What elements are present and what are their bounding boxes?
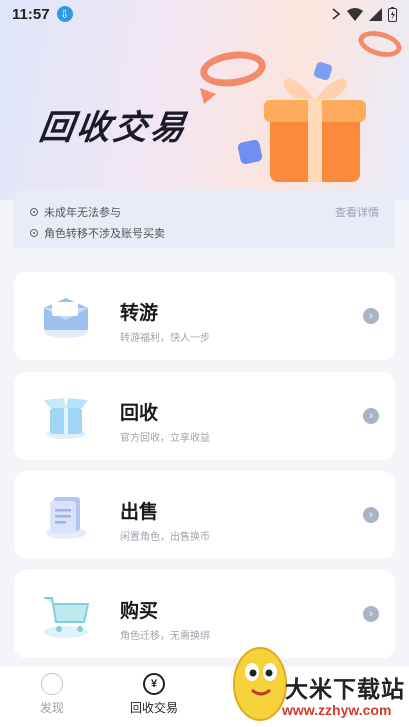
card-subtitle: 官方回收，立享收益 — [120, 433, 210, 444]
document-icon — [46, 497, 86, 539]
download-icon: ⇩ — [56, 6, 73, 22]
bullet-icon — [30, 208, 38, 216]
notice-text: 未成年无法参与 — [44, 207, 121, 219]
chevron-right-icon[interactable]: › — [363, 507, 379, 523]
envelope-icon — [44, 298, 88, 338]
status-time: 11:57 — [12, 5, 50, 23]
box-icon — [44, 398, 88, 439]
notice-text: 角色转移不涉及账号买卖 — [44, 228, 165, 240]
notice-box: 未成年无法参与 角色转移不涉及账号买卖 查看详情 — [14, 190, 395, 248]
card-title: 转游 — [120, 303, 159, 324]
card-subtitle: 闲置角色，出售换币 — [120, 532, 210, 543]
watermark-text: 大米下载站 — [285, 676, 405, 702]
card-title: 购买 — [120, 601, 159, 622]
tab-recycle-trade[interactable]: ¥ 回收交易 — [114, 673, 194, 716]
tab-discover[interactable]: 发现 — [12, 673, 92, 716]
page-title: 回收交易 — [36, 109, 191, 147]
watermark-url: www.zzhyw.com — [282, 702, 392, 718]
cart-icon — [44, 597, 90, 638]
yen-icon: ¥ — [143, 673, 165, 695]
signal-icon — [369, 7, 382, 21]
card-transfer[interactable]: 转游 转游福利，快人一步 › — [14, 272, 395, 360]
bullet-icon — [30, 229, 38, 237]
tab-label: 发现 — [39, 701, 64, 715]
options-panel: 转游 转游福利，快人一步 › 回收 官方回收，立享收益 › 出售 闲置角色，出售… — [0, 252, 409, 672]
card-subtitle: 转游福利，快人一步 — [120, 333, 210, 344]
card-recycle[interactable]: 回收 官方回收，立享收益 › — [14, 372, 395, 460]
card-title: 出售 — [120, 502, 159, 523]
cube-decoration-small — [313, 61, 333, 81]
chevron-right-icon[interactable]: › — [363, 606, 379, 622]
wifi-icon — [347, 7, 363, 21]
chevron-right-icon[interactable]: › — [363, 408, 379, 424]
card-subtitle: 角色迁移，无需换绑 — [120, 631, 210, 642]
discover-icon — [41, 673, 63, 695]
status-bar: 11:57 ⇩ — [0, 0, 409, 28]
card-title: 回收 — [120, 403, 159, 424]
notice-line-minor: 未成年无法参与 — [30, 204, 121, 220]
notice-line-transfer: 角色转移不涉及账号买卖 — [30, 225, 165, 241]
tab-label: 回收交易 — [129, 701, 178, 715]
header-banner: 回收交易 — [0, 0, 409, 200]
battery-icon — [388, 6, 397, 22]
view-details-link[interactable]: 查看详情 — [335, 204, 379, 220]
cube-decoration — [237, 139, 263, 165]
triangle-decoration — [200, 88, 216, 104]
chevron-right-icon[interactable]: › — [363, 308, 379, 324]
vibrate-icon — [332, 8, 341, 20]
ring-decoration-small — [355, 26, 405, 62]
card-sell[interactable]: 出售 闲置角色，出售换币 › — [14, 471, 395, 559]
